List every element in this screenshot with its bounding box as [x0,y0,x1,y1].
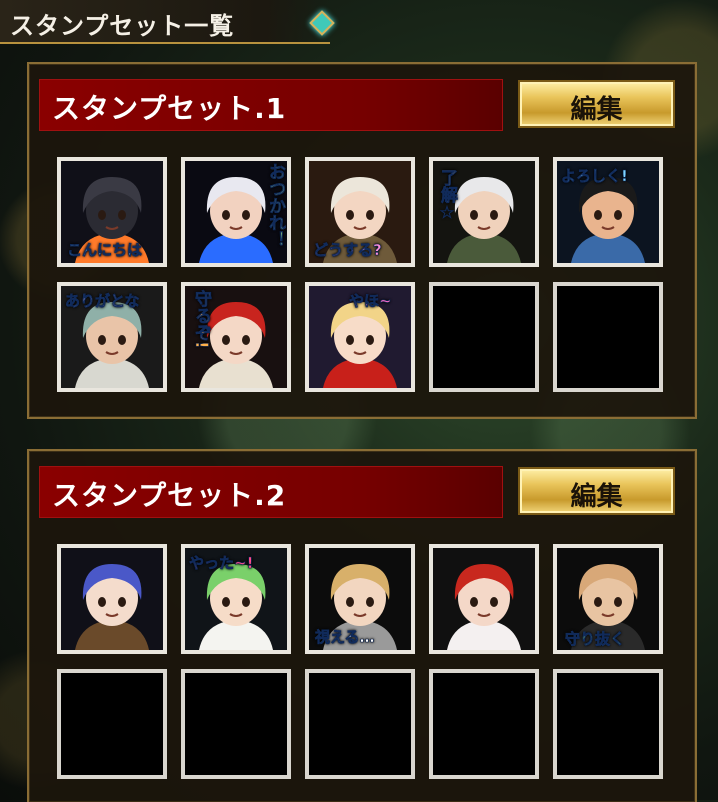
empty-stamp-slot[interactable] [181,669,291,779]
stamp-caption: やった~! [189,554,254,573]
stamp-slot[interactable]: やった~! [181,544,291,654]
stamp-slot[interactable]: よろしく! [553,157,663,267]
stamp-caption: やほ~ [349,292,392,311]
stamp-set-title: スタンプセット.1 [52,92,287,125]
stamp-slot[interactable]: どうする? [305,157,415,267]
stamp-set-panel-1: スタンプセット.1 編集 こんにちは おつかれ！ どうする? 了解☆ よろしく! ありがと… [27,62,697,419]
stamp-caption: どうする? [313,241,382,260]
stamp-set-banner: スタンプセット.2 [39,466,503,518]
empty-stamp-slot[interactable] [57,669,167,779]
empty-stamp-slot[interactable] [429,669,539,779]
stamp-caption: こんにちは [67,241,143,260]
empty-stamp-slot[interactable] [305,669,415,779]
stamp-caption: 視える… [315,628,375,647]
stamp-caption: よろしく! [561,167,628,186]
stamp-slot[interactable] [57,544,167,654]
stamp-slot[interactable]: 了解☆ [429,157,539,267]
stamp-slot[interactable]: ありがとな [57,282,167,392]
edit-button-label: 編集 [570,482,623,512]
gem-ornament-icon [309,10,335,36]
empty-stamp-slot[interactable] [553,669,663,779]
stamp-set-banner: スタンプセット.1 [39,79,503,131]
stamp-slot[interactable]: こんにちは [57,157,167,267]
edit-button[interactable]: 編集 [518,80,675,128]
stamp-slot[interactable]: おつかれ！ [181,157,291,267]
stamp-caption: 守るぞ! [191,290,212,349]
stamp-caption: 了解☆ [437,169,458,224]
stamp-slot[interactable]: やほ~ [305,282,415,392]
stamp-grid: こんにちは おつかれ！ どうする? 了解☆ よろしく! ありがとな 守るぞ! やほ~ [57,157,663,399]
edit-button-label: 編集 [570,95,623,125]
empty-stamp-slot[interactable] [429,282,539,392]
edit-button[interactable]: 編集 [518,467,675,515]
stamp-set-panel-2: スタンプセット.2 編集 やった~! 視える… 守り抜く [27,449,697,802]
empty-stamp-slot[interactable] [553,282,663,392]
witch-girl-icon [61,548,163,650]
stamp-set-title: スタンプセット.2 [52,479,287,512]
stamp-slot[interactable]: 守るぞ! [181,282,291,392]
stamp-caption: ありがとな [65,292,140,311]
screen-title: スタンプセット一覧 [10,12,235,40]
stamp-slot[interactable]: 視える… [305,544,415,654]
stamp-grid: やった~! 視える… 守り抜く [57,544,663,786]
stamp-caption: 守り抜く [565,630,626,649]
stamp-caption: おつかれ！ [265,163,286,249]
stamp-slot[interactable] [429,544,539,654]
red-hair-girl-icon [433,548,535,650]
stamp-slot[interactable]: 守り抜く [553,544,663,654]
screen-header: スタンプセット一覧 [0,0,335,44]
